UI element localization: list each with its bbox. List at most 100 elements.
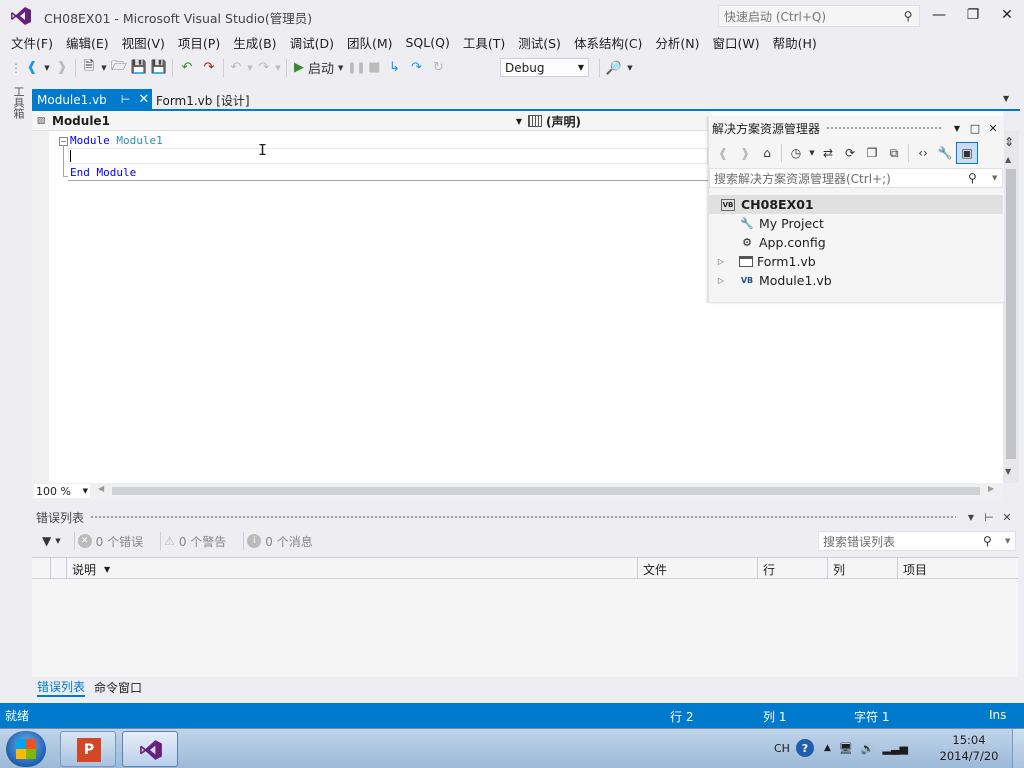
find-in-files-icon[interactable]: 🔎	[603, 57, 625, 79]
close-tab-icon[interactable]: ✕	[138, 92, 149, 107]
quick-launch-input[interactable]: 快速启动 (Ctrl+Q) ⚲	[718, 5, 920, 27]
tab-module1[interactable]: Module1.vb ⊢ ✕	[32, 89, 152, 110]
tree-item-app-config[interactable]: ⚙ App.config	[709, 233, 1003, 252]
menu-analyze[interactable]: 分析(N)	[655, 33, 699, 52]
toolbar-options-icon[interactable]: ▼	[625, 57, 635, 79]
tab-command-window[interactable]: 命令窗口	[94, 679, 142, 696]
warnings-filter-button[interactable]: ⚠ 0 个警告	[164, 533, 226, 550]
error-list-search-input[interactable]: 搜索错误列表 ⚲ ▼	[818, 531, 1016, 551]
preview-selected-icon[interactable]: ▣	[956, 142, 978, 164]
editor-horizontal-scrollbar[interactable]: ◀ ▶	[98, 484, 998, 498]
hscroll-thumb[interactable]	[112, 487, 980, 495]
filter-dropdown-icon[interactable]: ▼	[55, 537, 60, 545]
redo-dropdown-icon[interactable]: ▼	[273, 57, 283, 79]
show-all-files-icon[interactable]: ⧉	[883, 142, 905, 164]
scroll-left-icon[interactable]: ◀	[98, 484, 104, 493]
pause-icon[interactable]: ❚❚	[347, 57, 365, 79]
restore-button[interactable]: ❐	[956, 4, 990, 26]
menu-project[interactable]: 项目(P)	[178, 33, 220, 52]
menu-view[interactable]: 视图(V)	[122, 33, 165, 52]
solution-explorer-search-input[interactable]: 搜索解决方案资源管理器(Ctrl+;) ⚲ ▼	[709, 168, 1003, 188]
maximize-panel-icon[interactable]: □	[966, 122, 984, 135]
pin-panel-icon[interactable]: ⊢	[980, 511, 998, 524]
column-header-file[interactable]: 文件	[643, 561, 667, 577]
navigate-back-icon[interactable]: ❰	[22, 57, 42, 79]
tab-error-list[interactable]: 错误列表	[37, 678, 86, 697]
stop-icon[interactable]: ■	[365, 57, 383, 79]
new-project-icon[interactable]: 🗎	[79, 57, 99, 79]
tab-list-dropdown-icon[interactable]: ▼	[1003, 94, 1009, 103]
close-panel-icon[interactable]: ✕	[984, 122, 1002, 135]
editor-vertical-scrollbar[interactable]: ▲ ▼	[1003, 131, 1019, 483]
column-header-project[interactable]: 项目	[903, 561, 927, 577]
menu-sql[interactable]: SQL(Q)	[406, 35, 450, 50]
search-options-icon[interactable]: ▼	[992, 174, 1002, 182]
input-language[interactable]: CH	[774, 742, 790, 755]
back-dropdown-icon[interactable]: ▼	[42, 57, 52, 79]
volume-icon[interactable]: 🔊	[861, 742, 875, 755]
solution-configuration-select[interactable]: Debug ▼	[500, 58, 589, 77]
forward-icon[interactable]: ❱	[734, 142, 756, 164]
menu-help[interactable]: 帮助(H)	[773, 33, 817, 52]
view-code-icon[interactable]: ‹›	[912, 142, 934, 164]
step-out-icon[interactable]: ↻	[427, 57, 449, 79]
tree-item-my-project[interactable]: 🔧 My Project	[709, 214, 1003, 233]
scrollbar-thumb[interactable]	[1006, 169, 1016, 459]
panel-options-icon[interactable]: ▼	[948, 124, 966, 133]
expand-arrow-icon[interactable]: ▷	[715, 257, 727, 266]
menu-build[interactable]: 生成(B)	[233, 33, 276, 52]
home-icon[interactable]: ⌂	[756, 142, 778, 164]
save-icon[interactable]: 💾	[129, 57, 149, 79]
pin-icon[interactable]: ⊢	[121, 93, 131, 106]
show-hidden-icons-icon[interactable]: ▲	[824, 743, 831, 753]
menu-edit[interactable]: 编辑(E)	[66, 33, 109, 52]
redo-icon[interactable]: ↷	[255, 57, 273, 79]
filter-icon[interactable]: ▼	[42, 534, 51, 548]
menu-file[interactable]: 文件(F)	[11, 33, 53, 52]
toolbox-tab[interactable]: 工具箱	[6, 86, 26, 126]
new-dropdown-icon[interactable]: ▼	[99, 57, 109, 79]
collapse-all-icon[interactable]: ❐	[861, 142, 883, 164]
panel-grip[interactable]	[90, 514, 956, 520]
uncomment-icon[interactable]: ↷	[198, 57, 220, 79]
menu-debug[interactable]: 调试(D)	[290, 33, 334, 52]
save-all-icon[interactable]: 💾	[149, 57, 169, 79]
step-into-icon[interactable]: ↳	[383, 57, 405, 79]
panel-options-icon[interactable]: ▼	[962, 513, 980, 522]
signal-icon[interactable]: ▂▃▅	[883, 742, 908, 755]
taskbar-clock[interactable]: 15:04 2014/7/20	[936, 732, 1002, 764]
open-file-icon[interactable]: 🗁	[109, 57, 129, 79]
pending-changes-filter-icon[interactable]: ◷	[785, 142, 807, 164]
zoom-select[interactable]: 100 % ▼	[34, 484, 90, 498]
step-over-icon[interactable]: ↷	[405, 57, 427, 79]
split-window-icon[interactable]: ⇕	[1004, 135, 1014, 149]
start-debugging-button[interactable]: ▶ 启动 ▼	[290, 57, 347, 79]
menu-team[interactable]: 团队(M)	[347, 33, 393, 52]
taskbar-powerpoint[interactable]: P	[60, 731, 116, 767]
close-window-button[interactable]: ✕	[990, 4, 1024, 26]
properties-icon[interactable]: 🔧	[934, 142, 956, 164]
taskbar-visual-studio[interactable]	[122, 731, 178, 767]
column-header-description[interactable]: 说明 ▼	[72, 561, 110, 577]
outline-collapse-icon[interactable]: −	[59, 137, 68, 146]
close-panel-icon[interactable]: ✕	[998, 511, 1016, 524]
search-options-icon[interactable]: ▼	[1005, 537, 1015, 545]
minimize-button[interactable]: —	[922, 4, 956, 26]
messages-filter-button[interactable]: i0 个消息	[247, 533, 313, 550]
menu-architecture[interactable]: 体系结构(C)	[574, 33, 642, 52]
tree-item-module1[interactable]: ▷ VB Module1.vb	[709, 271, 1003, 290]
start-button[interactable]	[6, 731, 46, 767]
scroll-down-icon[interactable]: ▼	[1005, 467, 1011, 476]
panel-grip[interactable]	[826, 125, 942, 131]
show-desktop-button[interactable]	[1012, 729, 1024, 768]
undo-icon[interactable]: ↶	[227, 57, 245, 79]
expand-arrow-icon[interactable]: ▷	[715, 276, 727, 285]
undo-dropdown-icon[interactable]: ▼	[245, 57, 255, 79]
tree-item-form1[interactable]: ▷ Form1.vb	[709, 252, 1003, 271]
member-dropdown[interactable]: (声明)	[528, 113, 708, 129]
column-header-line[interactable]: 行	[763, 561, 775, 577]
scroll-right-icon[interactable]: ▶	[988, 484, 994, 493]
navigate-forward-icon[interactable]: ❱	[52, 57, 72, 79]
refresh-icon[interactable]: ⟳	[839, 142, 861, 164]
menu-window[interactable]: 窗口(W)	[713, 33, 760, 52]
